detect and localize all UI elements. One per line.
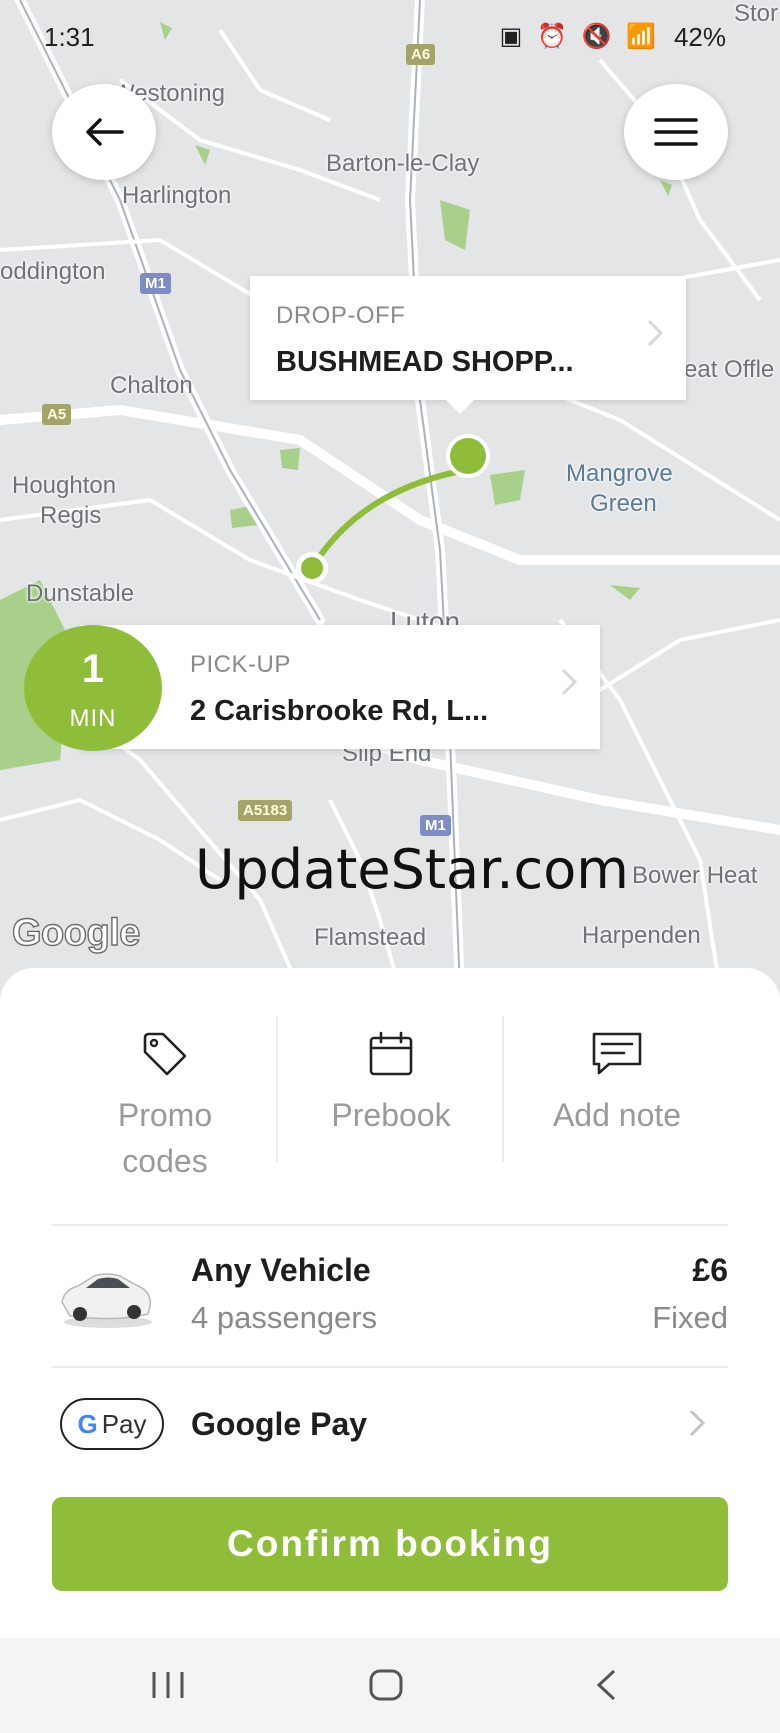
google-pay-badge: G Pay bbox=[60, 1398, 164, 1450]
eta-unit: MIN bbox=[69, 705, 117, 732]
pickup-kicker: PICK-UP bbox=[190, 651, 291, 678]
divider bbox=[52, 1366, 728, 1368]
map-label: Barton-le-Clay bbox=[326, 150, 480, 177]
status-bar: 1:31 ▣ ⏰ 🔇 📶 42% bbox=[0, 0, 780, 72]
system-nav-bar bbox=[0, 1638, 780, 1733]
status-icons: ▣ ⏰ 🔇 📶 bbox=[499, 23, 660, 50]
hamburger-icon bbox=[654, 118, 698, 146]
dropoff-callout[interactable]: DROP-OFF BUSHMEAD SHOPP... bbox=[250, 276, 686, 414]
watermark: UpdateStar.com bbox=[195, 838, 629, 901]
add-note-button[interactable]: Add note bbox=[504, 1030, 730, 1138]
battery-level: 42% bbox=[673, 22, 726, 52]
calendar-icon bbox=[369, 1031, 413, 1076]
eta-badge: 1 MIN bbox=[24, 625, 162, 751]
prebook-button[interactable]: Prebook bbox=[278, 1030, 504, 1138]
vehicle-row[interactable]: Any Vehicle 4 passengers £6 Fixed bbox=[52, 1228, 728, 1368]
chevron-right-icon bbox=[689, 1409, 706, 1437]
google-pay-badge-text: Pay bbox=[101, 1408, 147, 1439]
add-note-label: Add note bbox=[552, 1097, 682, 1133]
map-label: Mangrove bbox=[566, 460, 673, 487]
confirm-booking-button[interactable]: Confirm booking bbox=[52, 1497, 728, 1591]
recent-apps-icon[interactable] bbox=[150, 1668, 186, 1702]
google-logo: Google bbox=[11, 911, 141, 954]
map-label: Houghton bbox=[12, 472, 117, 499]
price: £6 bbox=[692, 1252, 728, 1288]
map-label: Dunstable bbox=[26, 580, 135, 607]
payment-method-name: Google Pay bbox=[191, 1406, 368, 1442]
vehicle-passengers: 4 passengers bbox=[191, 1300, 378, 1335]
back-nav-icon[interactable] bbox=[594, 1668, 618, 1702]
status-time: 1:31 bbox=[44, 22, 95, 52]
back-button[interactable] bbox=[52, 84, 156, 180]
car-icon bbox=[61, 1273, 152, 1328]
divider bbox=[52, 1224, 728, 1226]
vehicle-name: Any Vehicle bbox=[191, 1252, 371, 1288]
menu-button[interactable] bbox=[624, 84, 728, 180]
chevron-right-icon bbox=[561, 668, 578, 696]
map-label: Regis bbox=[40, 502, 102, 529]
home-icon[interactable] bbox=[368, 1668, 404, 1702]
map-label: Chalton bbox=[110, 372, 193, 399]
price-type: Fixed bbox=[652, 1300, 728, 1335]
map-label: Green bbox=[590, 490, 657, 517]
map-label: Flamstead bbox=[314, 924, 427, 951]
pickup-address: 2 Carisbrooke Rd, L... bbox=[190, 695, 489, 727]
eta-value: 1 bbox=[81, 647, 105, 691]
promo-label-line2: codes bbox=[122, 1143, 208, 1179]
road-shield: M1 bbox=[140, 273, 171, 294]
map-label: eat Offle bbox=[684, 356, 775, 383]
road-shield: M1 bbox=[420, 815, 451, 836]
payment-row[interactable]: G Pay Google Pay bbox=[52, 1370, 728, 1480]
tag-icon bbox=[143, 1032, 187, 1076]
arrow-left-icon bbox=[86, 118, 124, 146]
map-label: Bower Heat bbox=[632, 862, 758, 889]
chevron-right-icon bbox=[647, 319, 664, 347]
map-label: Harpenden bbox=[582, 922, 701, 949]
promo-label-line1: Promo bbox=[117, 1097, 213, 1133]
road-shield: A5183 bbox=[238, 800, 293, 821]
map-label: oddington bbox=[0, 258, 106, 285]
dropoff-kicker: DROP-OFF bbox=[276, 302, 406, 329]
prebook-label: Prebook bbox=[331, 1097, 451, 1133]
road-shield: A5 bbox=[42, 404, 72, 425]
google-g-icon: G bbox=[77, 1408, 98, 1439]
promo-codes-button[interactable]: Promo codes bbox=[52, 1030, 278, 1184]
message-icon bbox=[592, 1032, 642, 1075]
dropoff-address: BUSHMEAD SHOPP... bbox=[276, 346, 574, 378]
map-label: Harlington bbox=[122, 182, 232, 209]
